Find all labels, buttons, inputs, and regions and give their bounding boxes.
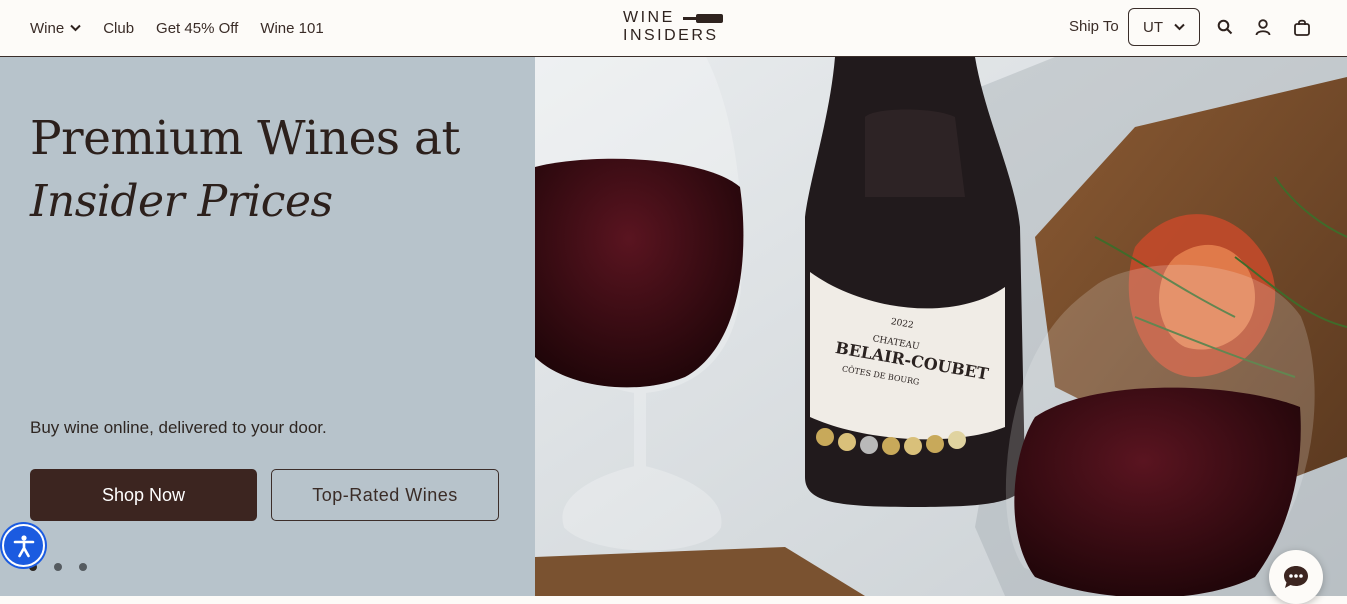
hero-image: BELAIR-COUBET CHATEAU 2022 CÔTES DE BOUR… (535, 57, 1347, 596)
hero-photo-illustration: BELAIR-COUBET CHATEAU 2022 CÔTES DE BOUR… (535, 57, 1347, 596)
logo-line1: WINE (623, 9, 675, 26)
top-navigation: Wine Club Get 45% Off Wine 101 WINE INSI… (0, 0, 1347, 57)
wine-bottle-icon (683, 14, 723, 23)
chat-button[interactable] (1269, 550, 1323, 604)
top-rated-wines-button[interactable]: Top-Rated Wines (271, 469, 499, 521)
accessibility-icon (13, 534, 34, 557)
hero-headline-line1: Premium Wines at (30, 111, 460, 166)
shop-now-button[interactable]: Shop Now (30, 469, 257, 521)
shopping-bag-icon (1294, 19, 1310, 36)
primary-nav: Wine Club Get 45% Off Wine 101 (30, 0, 324, 56)
nav-wine-101[interactable]: Wine 101 (260, 20, 323, 37)
nav-club[interactable]: Club (103, 20, 134, 37)
chat-icon (1284, 566, 1308, 588)
ship-to-label: Ship To (1069, 18, 1119, 35)
chevron-down-icon (70, 24, 81, 32)
chevron-down-icon (1174, 23, 1185, 31)
carousel-indicators (29, 563, 87, 571)
hero-headline-line2: Insider Prices (30, 176, 333, 227)
nav-get-45-off[interactable]: Get 45% Off (156, 20, 238, 37)
cart-button[interactable] (1291, 16, 1313, 38)
header-actions: Ship To UT (1047, 0, 1347, 56)
logo-line2: INSIDERS (623, 27, 719, 44)
carousel-dot[interactable] (79, 563, 87, 571)
accessibility-button[interactable] (2, 524, 45, 567)
search-button[interactable] (1214, 16, 1236, 38)
hero-subtext: Buy wine online, delivered to your door. (30, 418, 327, 437)
account-button[interactable] (1252, 16, 1274, 38)
page-bottom (0, 596, 1347, 604)
ship-to-select[interactable]: UT (1128, 8, 1200, 46)
wine-insiders-logo[interactable]: WINE INSIDERS (622, 8, 724, 48)
nav-wine[interactable]: Wine (30, 20, 81, 37)
carousel-dot[interactable] (54, 563, 62, 571)
user-icon (1255, 18, 1271, 35)
nav-wine-label: Wine (30, 19, 65, 37)
ship-to-value: UT (1143, 18, 1163, 36)
search-icon (1217, 19, 1233, 35)
